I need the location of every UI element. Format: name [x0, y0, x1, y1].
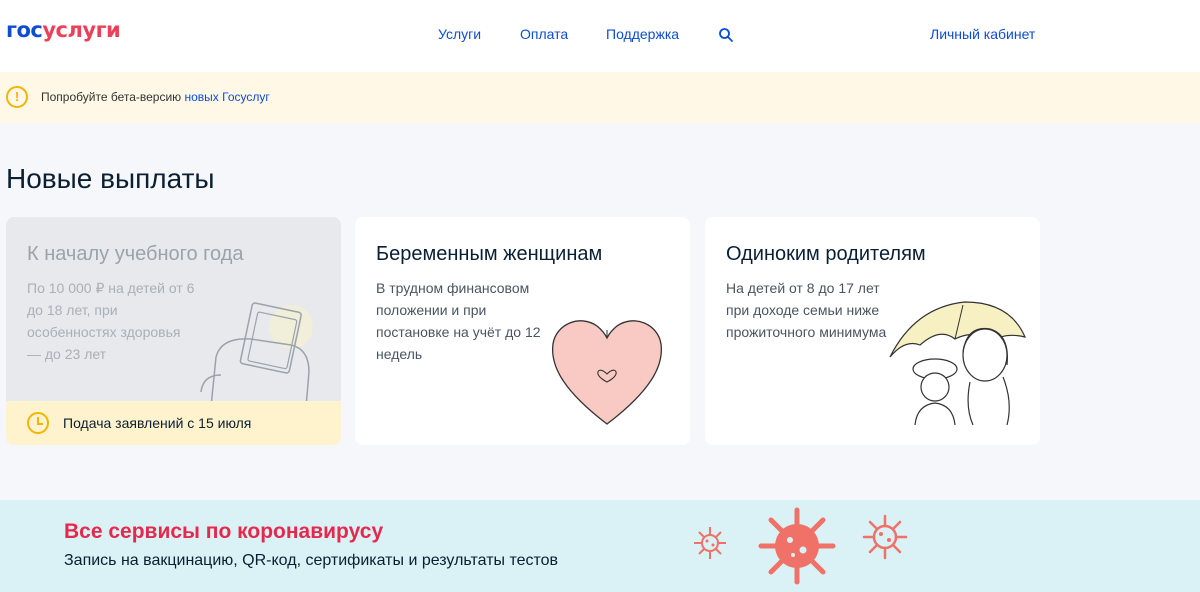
card-description: По 10 000 ₽ на детей от 6 до 18 лет, при… [27, 280, 195, 362]
card-pregnant-women[interactable]: Беременным женщинам В трудном финансовом… [355, 217, 690, 445]
card-single-parents[interactable]: Одиноким родителям На детей от 8 до 17 л… [705, 217, 1040, 445]
search-icon[interactable] [718, 27, 734, 43]
card-school-year[interactable]: К началу учебного года По 10 000 ₽ на де… [6, 217, 341, 445]
card-title: Беременным женщинам [376, 243, 603, 265]
covid-banner-subtitle: Запись на вакцинацию, QR-код, сертификат… [64, 552, 559, 569]
covid-banner[interactable]: Все сервисы по коронавирусу Запись на ва… [0, 500, 1200, 592]
card-description: В трудном финансовом положении и при пос… [376, 280, 541, 362]
umbrella-family-illustration [889, 301, 1027, 426]
logo-part-uslugi: услуги [42, 18, 121, 42]
card-description: На детей от 8 до 17 лет при доходе семьи… [726, 280, 887, 340]
nav-support[interactable]: Поддержка [606, 26, 679, 42]
backpack-illustration [200, 302, 313, 407]
beta-banner: ! Попробуйте бета-версию новых Госуслуг [0, 72, 1200, 123]
virus-icon [758, 507, 836, 585]
clock-icon [27, 412, 49, 434]
section-title: Новые выплаты [6, 163, 215, 194]
nav-payment[interactable]: Оплата [520, 26, 568, 42]
beta-link-new-gosuslugi[interactable]: новых Госуслуг [185, 90, 270, 104]
beta-banner-text: Попробуйте бета-версию новых Госуслуг [41, 90, 270, 104]
logo-part-gos: гос [6, 18, 43, 42]
beta-text-plain: Попробуйте бета-версию [41, 90, 185, 104]
warning-icon: ! [6, 86, 28, 108]
nav-services[interactable]: Услуги [438, 26, 481, 42]
card-title: Одиноким родителям [726, 243, 926, 265]
personal-account-link[interactable]: Личный кабинет [930, 26, 1035, 42]
gosuslugi-logo[interactable]: госуслуги [6, 18, 121, 42]
deadline-bar: Подача заявлений с 15 июля [6, 401, 341, 445]
virus-icon [862, 514, 908, 560]
virus-icon [694, 527, 726, 559]
card-title: К началу учебного года [27, 243, 244, 265]
heart-illustration [551, 320, 663, 425]
covid-banner-title: Все сервисы по коронавирусу [64, 520, 384, 543]
header: госуслуги Услуги Оплата Поддержка Личный… [0, 0, 1200, 72]
deadline-text: Подача заявлений с 15 июля [63, 415, 252, 431]
